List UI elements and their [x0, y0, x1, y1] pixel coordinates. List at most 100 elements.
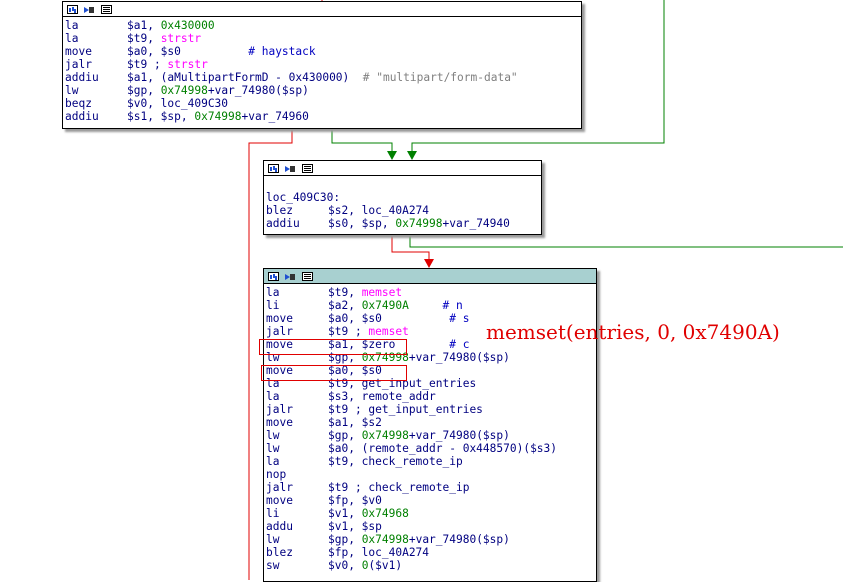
graph-icon[interactable] [268, 271, 279, 281]
operand: 0x74998 [361, 533, 409, 546]
code-line[interactable]: la $t9, strstr [65, 32, 579, 45]
code-line[interactable]: la $t9, check_remote_ip [266, 455, 594, 468]
favorite-icon[interactable] [285, 164, 296, 173]
code-line[interactable] [266, 178, 539, 191]
highlight-move-a1-zero [259, 339, 407, 355]
mnemonic: move [266, 494, 293, 507]
block-code: la $a1, 0x430000 la $t9, strstr move $a0, $s0… [63, 17, 581, 124]
operand [409, 299, 443, 312]
operand: +var_74980($sp) [408, 429, 510, 442]
code-line[interactable]: addiu $a1, (aMultipartFormD - 0x430000) #… [65, 71, 579, 84]
operand: $v1, $sp [328, 520, 382, 533]
operand: memset [361, 286, 403, 299]
operand: $s2, loc_40A274 [328, 204, 430, 217]
mnemonic: sw [266, 559, 280, 572]
operand: +var_74980($sp) [408, 533, 510, 546]
operand: $a0, $s0 [127, 45, 249, 58]
mnemonic: jalr [266, 403, 293, 416]
code-line[interactable]: li $v1, 0x74968 [266, 507, 594, 520]
operand: 0x7490A [361, 299, 409, 312]
mnemonic: addiu [266, 217, 300, 230]
operand: 0x74968 [361, 507, 409, 520]
mnemonic: jalr [266, 481, 293, 494]
code-line[interactable]: move $a0, $s0 # haystack [65, 45, 579, 58]
code-line[interactable]: move $fp, $v0 [266, 494, 594, 507]
operand: $v0, loc_409C30 [127, 97, 229, 110]
operand: memset [368, 325, 409, 338]
mnemonic: lw [266, 533, 280, 546]
mnemonic: lw [266, 429, 280, 442]
mnemonic: addiu [65, 110, 99, 123]
code-block-loc-409c30[interactable]: loc_409C30: blez $s2, loc_40A274 addiu $s0, … [263, 160, 542, 235]
code-line[interactable]: sw $v0, 0($v1) [266, 559, 594, 572]
mnemonic: beqz [65, 97, 92, 110]
operand: $gp, [328, 429, 362, 442]
code-line[interactable]: nop [266, 468, 594, 481]
operand: $v1, [328, 507, 362, 520]
mnemonic: move [65, 45, 92, 58]
code-line[interactable]: la $t9, memset [266, 286, 594, 299]
favorite-icon[interactable] [285, 272, 296, 281]
code-line[interactable]: blez $s2, loc_40A274 [266, 204, 539, 217]
code-line[interactable]: li $a2, 0x7490A # n [266, 299, 594, 312]
mnemonic: jalr [65, 58, 92, 71]
code-line[interactable]: la $a1, 0x430000 [65, 19, 579, 32]
code-line[interactable]: lw $gp, 0x74998+var_74980($sp) [65, 84, 579, 97]
code-line[interactable]: lw $a0, (remote_addr - 0x448570)($s3) [266, 442, 594, 455]
mnemonic: la [266, 390, 280, 403]
mnemonic: la [266, 455, 280, 468]
code-line[interactable]: la $s3, remote_addr [266, 390, 594, 403]
code-line[interactable]: blez $fp, loc_40A274 [266, 546, 594, 559]
operand: 0x74998 [160, 84, 208, 97]
code-line[interactable]: move $a1, $s2 [266, 416, 594, 429]
code-line[interactable]: jalr $t9 ; strstr [65, 58, 579, 71]
operand: 0x74998 [361, 429, 409, 442]
mnemonic: la [65, 32, 79, 45]
code-line[interactable]: jalr $t9 ; get_input_entries [266, 403, 594, 416]
operand: $fp, loc_40A274 [328, 546, 430, 559]
operand: $t9 ; [328, 325, 369, 338]
favorite-icon[interactable] [84, 5, 95, 14]
code-line[interactable]: addiu $s0, $sp, 0x74998+var_74940 [266, 217, 539, 230]
operand: $t9, check_remote_ip [328, 455, 463, 468]
operand: $a1, [127, 19, 161, 32]
graph-icon[interactable] [67, 4, 78, 14]
code-line[interactable]: lw $gp, 0x74998+var_74980($sp) [266, 533, 594, 546]
operand: 0x74998 [395, 217, 443, 230]
operand: 0x430000 [160, 19, 215, 32]
mnemonic: li [266, 507, 280, 520]
graph-icon[interactable] [268, 163, 279, 173]
operand: 0x74998 [194, 110, 242, 123]
code-line[interactable]: addiu $s1, $sp, 0x74998+var_74960 [65, 110, 579, 123]
operand: $t9 ; get_input_entries [328, 403, 483, 416]
listing-icon[interactable] [302, 271, 313, 281]
code-line[interactable]: lw $gp, 0x74998+var_74980($sp) [266, 429, 594, 442]
mnemonic: lw [266, 442, 280, 455]
operand: # haystack [248, 45, 316, 58]
operand: $t9, [328, 286, 362, 299]
highlight-move-a0-s0 [261, 365, 407, 381]
operand: strstr [160, 32, 202, 45]
operand: $a0, (remote_addr - 0x448570)($s3) [328, 442, 558, 455]
code-block-memset[interactable]: la $t9, memset li $a2, 0x7490A # n move $a0, … [263, 268, 597, 582]
code-line[interactable]: loc_409C30: [266, 191, 539, 204]
mnemonic: move [266, 416, 293, 429]
operand: $gp, [328, 533, 362, 546]
operand: +var_74960 [241, 110, 309, 123]
memset-annotation: memset(entries, 0, 0x7490A) [486, 320, 780, 344]
operand: $fp, $v0 [328, 494, 382, 507]
operand: # s [449, 312, 470, 325]
operand: $a1, $s2 [328, 416, 382, 429]
code-line[interactable]: beqz $v0, loc_409C30 [65, 97, 579, 110]
listing-icon[interactable] [101, 4, 112, 14]
code-block-1[interactable]: la $a1, 0x430000 la $t9, strstr move $a0, $s0… [62, 1, 582, 129]
operand: $t9, [127, 32, 161, 45]
code-line[interactable]: jalr $t9 ; check_remote_ip [266, 481, 594, 494]
operand: $t9 ; check_remote_ip [328, 481, 470, 494]
operand: $s1, $sp, [127, 110, 195, 123]
operand: $gp, [127, 84, 161, 97]
operand: # "multipart/form-data" [362, 71, 518, 84]
operand: strstr [167, 58, 208, 71]
code-line[interactable]: addu $v1, $sp [266, 520, 594, 533]
listing-icon[interactable] [302, 163, 313, 173]
